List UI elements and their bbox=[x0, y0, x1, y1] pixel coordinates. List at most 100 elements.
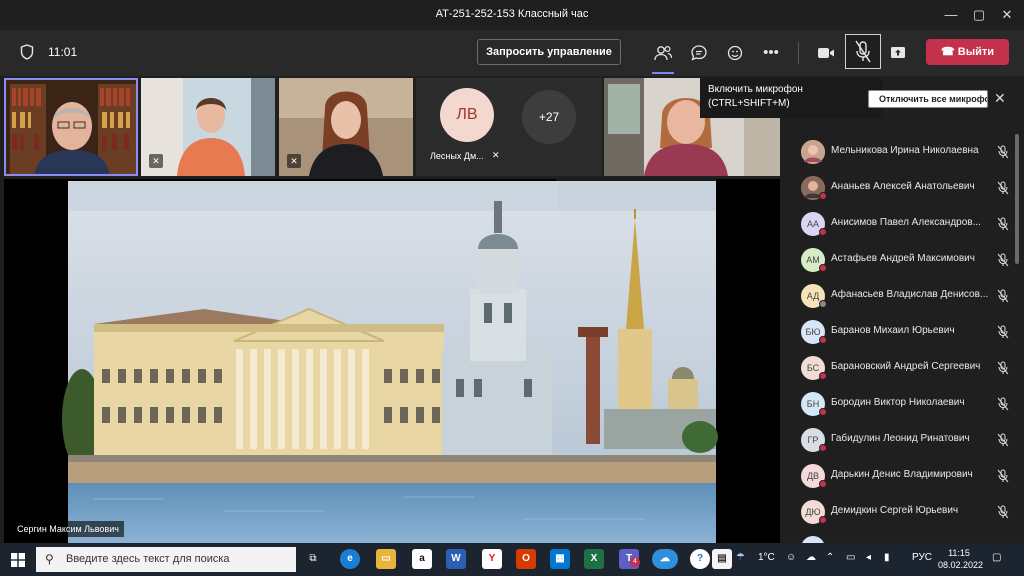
participant-row[interactable]: БЮ Баранов Михаил Юрьевич bbox=[783, 314, 1024, 350]
network-icon[interactable]: ▭ bbox=[846, 552, 855, 563]
mic-off-icon bbox=[997, 361, 1009, 375]
participant-tile-student-girl[interactable]: ✕ bbox=[279, 78, 413, 176]
mic-off-icon bbox=[997, 181, 1009, 195]
leave-label: Выйти bbox=[957, 46, 994, 58]
cloud-icon: ☂ bbox=[736, 552, 745, 563]
participants-icon[interactable] bbox=[650, 40, 676, 66]
participant-row[interactable]: АА Анисимов Павел Александров... bbox=[783, 206, 1024, 242]
system-clock[interactable]: 11:15 08.02.2022 bbox=[938, 547, 984, 571]
edge-icon[interactable]: e bbox=[340, 549, 360, 569]
participant-row[interactable]: БН Бородин Виктор Николаевич bbox=[783, 386, 1024, 422]
volume-icon[interactable]: ◂ bbox=[866, 552, 871, 563]
participant-video bbox=[6, 80, 136, 174]
battery-icon[interactable]: ▮ bbox=[884, 552, 890, 563]
participant-name: Афанасьев Владислав Денисов... bbox=[831, 289, 989, 300]
leave-button[interactable]: ☎ Выйти bbox=[926, 39, 1009, 65]
more-actions-icon[interactable]: ••• bbox=[758, 40, 784, 66]
mic-off-icon bbox=[997, 289, 1009, 303]
participant-tile-overflow[interactable]: +27 bbox=[516, 78, 602, 176]
participant-row[interactable]: Мельникова Ирина Николаевна bbox=[783, 134, 1024, 170]
shared-screen: Сергин Максим Львович bbox=[4, 179, 780, 543]
participant-name: Ананьев Алексей Анатольевич bbox=[831, 181, 975, 192]
participant-row[interactable]: АД Афанасьев Владислав Денисов... bbox=[783, 278, 1024, 314]
mute-all-button[interactable]: Отключить все микрофоны bbox=[868, 90, 988, 108]
amazon-icon[interactable]: a bbox=[412, 549, 432, 569]
office-icon[interactable]: O bbox=[516, 549, 536, 569]
taskbar-search-box[interactable]: ⚲ Введите здесь текст для поиска bbox=[36, 547, 296, 572]
word-icon[interactable]: W bbox=[446, 549, 466, 569]
participant-name: Бородин Виктор Николаевич bbox=[831, 397, 965, 408]
mic-off-icon bbox=[997, 469, 1009, 483]
status-dot bbox=[819, 336, 827, 344]
clock-date: 08.02.2022 bbox=[938, 560, 984, 570]
mic-off-icon bbox=[997, 397, 1009, 411]
camera-icon[interactable] bbox=[813, 40, 839, 66]
mic-off-icon bbox=[997, 253, 1009, 267]
tooltip-shortcut: (CTRL+SHIFT+M) bbox=[708, 98, 790, 109]
people-icon[interactable]: ☺ bbox=[786, 552, 796, 563]
overflow-count: +27 bbox=[522, 90, 576, 144]
avatar: ЛВ bbox=[440, 88, 494, 142]
participant-name: Габидулин Леонид Ринатович bbox=[831, 433, 970, 444]
participant-row[interactable]: ДЮ Демидкин Сергей Юрьевич bbox=[783, 494, 1024, 530]
language-indicator[interactable]: РУС bbox=[912, 552, 932, 563]
participant-row[interactable]: ЖН bbox=[783, 530, 1024, 543]
participant-row[interactable]: АМ Астафьев Андрей Максимович bbox=[783, 242, 1024, 278]
mic-off-icon bbox=[997, 217, 1009, 231]
windows-taskbar: ⚲ Введите здесь текст для поиска ⧉ e ▭ a… bbox=[0, 543, 1024, 576]
task-view-icon[interactable]: ⧉ bbox=[303, 549, 323, 569]
participant-tile-lv[interactable]: ЛВ Лесных Дм... ✕ bbox=[416, 78, 516, 176]
participant-row[interactable]: ДВ Дарькин Денис Владимирович bbox=[783, 458, 1024, 494]
status-dot bbox=[819, 516, 827, 524]
participant-row[interactable]: БС Барановский Андрей Сергеевич bbox=[783, 350, 1024, 386]
windows-start-icon[interactable] bbox=[11, 553, 25, 567]
shared-screen-image bbox=[4, 179, 780, 543]
phone-icon: ☎ bbox=[940, 46, 955, 58]
close-button[interactable]: ✕ bbox=[990, 0, 1024, 30]
status-dot bbox=[819, 228, 827, 236]
help-icon[interactable]: ? bbox=[690, 549, 710, 569]
excel-icon[interactable]: X bbox=[584, 549, 604, 569]
participant-name: Баранов Михаил Юрьевич bbox=[831, 325, 955, 336]
store-icon[interactable]: ▦ bbox=[550, 549, 570, 569]
search-placeholder: Введите здесь текст для поиска bbox=[66, 553, 230, 565]
reactions-icon[interactable] bbox=[722, 40, 748, 66]
status-dot bbox=[819, 264, 827, 272]
participant-row[interactable]: ГР Габидулин Леонид Ринатович bbox=[783, 422, 1024, 458]
chat-icon[interactable] bbox=[686, 40, 712, 66]
window-title: АТ-251-252-153 Классный час bbox=[435, 8, 589, 20]
toolbar-divider bbox=[798, 42, 799, 64]
participant-name: Лесных Дм... bbox=[430, 151, 484, 161]
avatar: ЖН bbox=[801, 536, 825, 543]
notifications-icon[interactable]: ▢ bbox=[992, 552, 1001, 563]
avatar bbox=[801, 140, 825, 164]
microphone-toggle-button[interactable] bbox=[845, 34, 881, 69]
weather-app-icon[interactable]: ☁ bbox=[652, 549, 678, 569]
status-dot bbox=[819, 372, 827, 380]
title-bar: АТ-251-252-153 Классный час — ▢ ✕ bbox=[0, 0, 1024, 30]
mic-off-icon: ✕ bbox=[287, 154, 301, 168]
status-dot bbox=[819, 300, 827, 308]
participant-name: Дарькин Денис Владимирович bbox=[831, 469, 973, 480]
chevron-up-icon[interactable]: ⌃ bbox=[826, 552, 834, 563]
mic-off-icon: ✕ bbox=[149, 154, 163, 168]
mic-tooltip: Включить микрофон (CTRL+SHIFT+M) bbox=[700, 78, 883, 118]
participant-name: Анисимов Павел Александров... bbox=[831, 217, 981, 228]
mic-off-icon bbox=[997, 145, 1009, 159]
participant-tile-teacher[interactable] bbox=[4, 78, 138, 176]
meeting-timer: 11:01 bbox=[48, 45, 78, 59]
onedrive-icon[interactable]: ☁ bbox=[806, 552, 816, 563]
request-control-button[interactable]: Запросить управление bbox=[477, 39, 621, 65]
share-screen-icon[interactable] bbox=[885, 40, 911, 66]
participant-row[interactable]: Ананьев Алексей Анатольевич bbox=[783, 170, 1024, 206]
participant-tile-student-boy[interactable]: ✕ bbox=[141, 78, 275, 176]
yandex-icon[interactable]: Y bbox=[482, 549, 502, 569]
file-explorer-icon[interactable]: ▭ bbox=[376, 549, 396, 569]
app-icon[interactable]: ▤ bbox=[712, 549, 732, 569]
close-panel-icon[interactable]: ✕ bbox=[994, 90, 1008, 108]
panel-scrollbar[interactable] bbox=[1015, 134, 1019, 264]
mic-off-icon bbox=[997, 505, 1009, 519]
shield-icon bbox=[20, 44, 34, 60]
tooltip-title: Включить микрофон bbox=[708, 84, 803, 95]
participant-name: Астафьев Андрей Максимович bbox=[831, 253, 975, 264]
